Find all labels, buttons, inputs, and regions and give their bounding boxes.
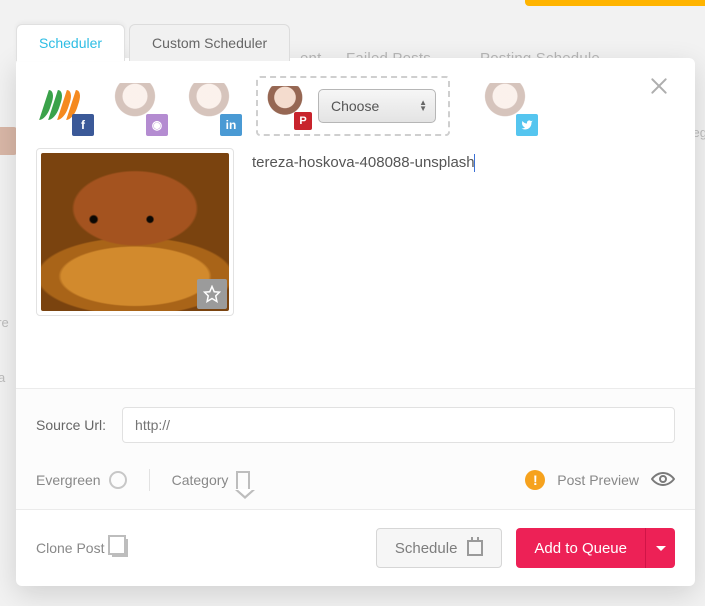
clone-label: Clone Post [36, 540, 104, 556]
evergreen-label: Evergreen [36, 472, 101, 488]
category-label: Category [172, 472, 229, 488]
add-to-queue-dropdown[interactable] [645, 528, 675, 568]
bg-avatar [0, 127, 17, 155]
star-icon [203, 285, 221, 303]
caption-text: tereza-hoskova-408088-unsplash [252, 154, 475, 171]
warning-icon[interactable]: ! [525, 470, 545, 490]
linkedin-badge-icon: in [220, 114, 242, 136]
bg-side-label1: ere [0, 315, 9, 330]
chevron-updown-icon: ▲▼ [419, 100, 427, 112]
bg-banner [525, 0, 705, 6]
evergreen-toggle[interactable]: Evergreen [36, 471, 127, 489]
source-url-input[interactable] [122, 407, 675, 443]
radio-icon [109, 471, 127, 489]
close-button[interactable] [649, 76, 673, 100]
profile-instagram[interactable]: ◉ [110, 80, 162, 132]
favorite-image-button[interactable] [197, 279, 227, 309]
caption-input[interactable]: tereza-hoskova-408088-unsplash [252, 148, 675, 376]
profile-selector-row: f ◉ in P Choose ▲▼ [16, 58, 695, 146]
profile-facebook[interactable]: f [36, 80, 88, 132]
twitter-badge-icon [516, 114, 538, 136]
clone-post-button[interactable]: Clone Post [36, 539, 128, 557]
facebook-badge-icon: f [72, 114, 94, 136]
tab-custom-scheduler[interactable]: Custom Scheduler [129, 24, 290, 61]
options-row: Evergreen Category ! Post Preview [36, 469, 675, 491]
tab-scheduler[interactable]: Scheduler [16, 24, 125, 61]
pinterest-board-select[interactable]: Choose ▲▼ [318, 89, 436, 123]
instagram-badge-icon: ◉ [146, 114, 168, 136]
choose-label: Choose [331, 98, 379, 114]
profile-pinterest[interactable]: P [266, 86, 306, 126]
queue-label: Add to Queue [534, 540, 627, 557]
source-url-row: Source Url: [36, 407, 675, 443]
add-to-queue-split-button: Add to Queue [516, 528, 675, 568]
calendar-icon [467, 540, 483, 556]
tab-bar: Scheduler Custom Scheduler [16, 24, 294, 61]
close-icon [649, 76, 669, 96]
source-url-label: Source Url: [36, 417, 106, 433]
eye-icon [651, 472, 675, 486]
bg-side-label2: a [0, 370, 5, 385]
divider [149, 469, 150, 491]
caret-down-icon [656, 546, 666, 551]
text-cursor [474, 154, 475, 172]
attached-image-card[interactable] [36, 148, 234, 316]
footer-bar: Clone Post Schedule Add to Queue [16, 509, 695, 586]
pinterest-badge-icon: P [294, 112, 312, 130]
profile-twitter[interactable] [480, 80, 532, 132]
category-picker[interactable]: Category [172, 471, 251, 489]
compose-area: tereza-hoskova-408088-unsplash [16, 146, 695, 388]
bookmark-icon [236, 471, 250, 489]
meta-section: Source Url: Evergreen Category ! Post Pr… [16, 388, 695, 509]
schedule-button[interactable]: Schedule [376, 528, 503, 568]
copy-icon [112, 539, 128, 557]
schedule-label: Schedule [395, 540, 458, 557]
post-preview-label: Post Preview [557, 472, 639, 488]
post-preview-button[interactable] [651, 472, 675, 488]
post-preview-block: ! Post Preview [525, 470, 675, 490]
profile-linkedin[interactable]: in [184, 80, 236, 132]
compose-modal: f ◉ in P Choose ▲▼ [16, 58, 695, 586]
add-to-queue-button[interactable]: Add to Queue [516, 528, 645, 568]
pinterest-board-group: P Choose ▲▼ [256, 76, 450, 136]
